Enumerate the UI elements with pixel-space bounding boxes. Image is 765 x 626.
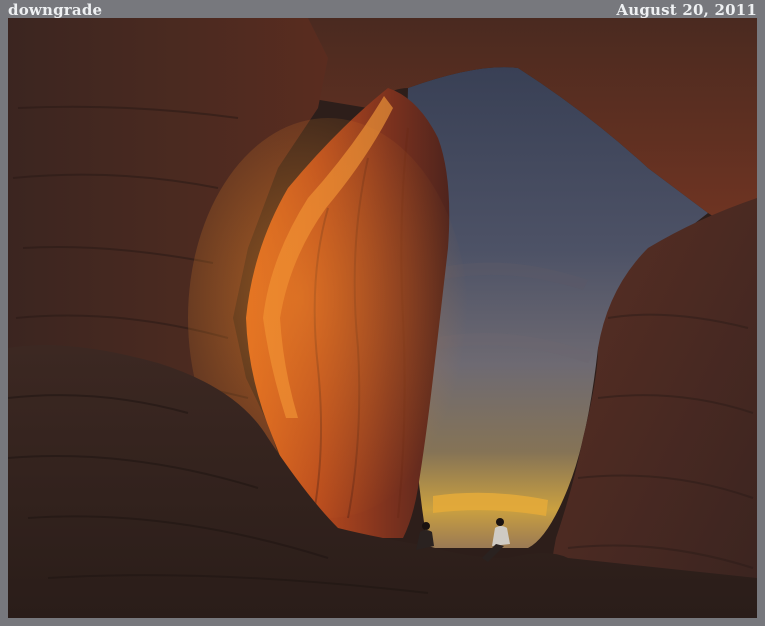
arch-photo-image: [8, 18, 757, 618]
photo-frame: downgrade August 20, 2011: [0, 0, 765, 626]
title-bar: downgrade August 20, 2011: [0, 0, 765, 20]
post-title: downgrade: [8, 1, 103, 19]
post-date: August 20, 2011: [616, 1, 757, 19]
landscape-photo: [8, 18, 757, 618]
